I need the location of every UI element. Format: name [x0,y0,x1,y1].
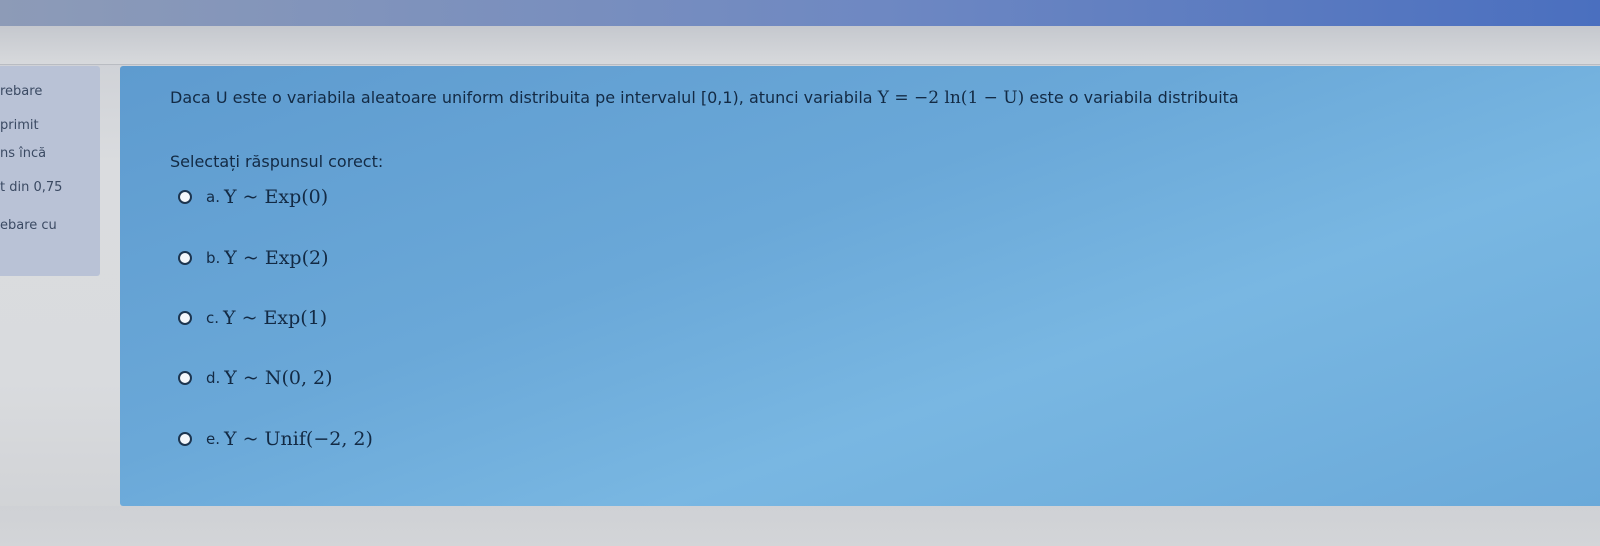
radio-option-a[interactable] [178,190,192,204]
option-b[interactable]: b. Y ~ Exp(2) [178,243,329,273]
page-bottom-area [0,506,1600,546]
info-question-label: rebare [0,84,43,99]
option-expression[interactable]: Y ~ Unif(−2, 2) [224,428,373,450]
radio-option-c[interactable] [178,311,192,325]
answer-prompt: Selectați răspunsul corect: [170,152,384,171]
option-expression[interactable]: Y ~ N(0, 2) [224,367,332,389]
option-c[interactable]: c. Y ~ Exp(1) [178,303,327,333]
question-text-after: este o variabila distribuita [1029,88,1239,107]
radio-option-d[interactable] [178,371,192,385]
page: rebare primit ns încă t din 0,75 ebare c… [0,0,1600,546]
option-letter: d. [206,369,221,387]
option-d[interactable]: d. Y ~ N(0, 2) [178,363,333,393]
question-formula: Y = −2 ln(1 − U) [877,88,1025,108]
option-expression[interactable]: Y ~ Exp(0) [224,186,328,208]
radio-option-b[interactable] [178,251,192,265]
info-flag-question[interactable]: ebare cu [0,218,57,233]
option-e[interactable]: e. Y ~ Unif(−2, 2) [178,424,373,454]
option-expression[interactable]: Y ~ Exp(1) [223,307,327,329]
question-text-before: Daca U este o variabila aleatoare unifor… [170,88,873,107]
option-letter: e. [206,430,220,448]
browser-top-bar [0,0,1600,26]
info-status-line-2: ns încă [0,146,47,161]
info-score-line: t din 0,75 [0,180,63,195]
option-letter: a. [206,188,220,206]
option-expression[interactable]: Y ~ Exp(2) [224,247,328,269]
question-text: Daca U este o variabila aleatoare unifor… [170,88,1239,108]
option-letter: b. [206,249,221,267]
option-a[interactable]: a. Y ~ Exp(0) [178,182,328,212]
question-content: Daca U este o variabila aleatoare unifor… [120,66,1600,506]
question-info-panel: rebare primit ns încă t din 0,75 ebare c… [0,66,100,276]
header-strip [0,26,1600,65]
radio-option-e[interactable] [178,432,192,446]
info-status-line: primit [0,118,39,133]
option-letter: c. [206,309,220,327]
